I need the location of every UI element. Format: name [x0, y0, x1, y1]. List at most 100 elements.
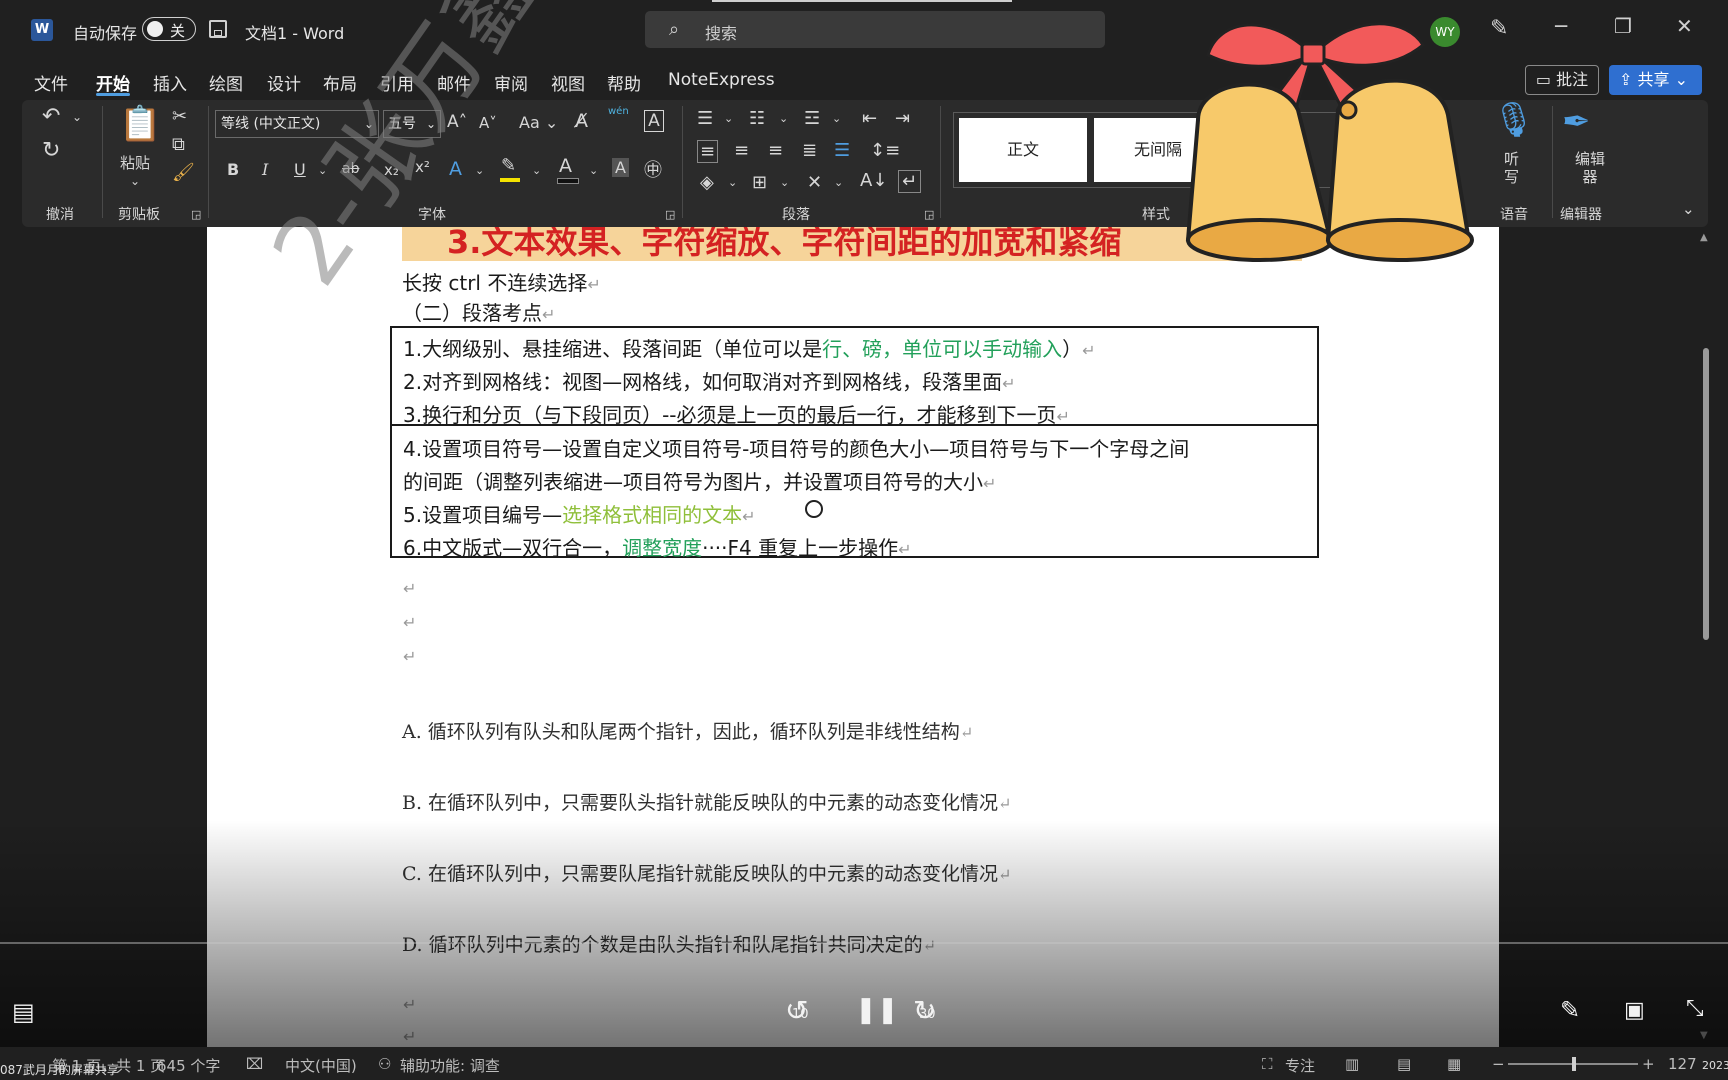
- bullets-icon[interactable]: ☰: [697, 108, 713, 129]
- tab-help[interactable]: 帮助: [607, 70, 641, 95]
- tab-insert[interactable]: 插入: [153, 70, 187, 95]
- tab-noteexpress[interactable]: NoteExpress: [668, 70, 775, 90]
- pen-icon[interactable]: ✎: [1560, 996, 1580, 1024]
- ribbon-collapse-icon[interactable]: ⌄: [1682, 200, 1695, 218]
- multilevel-dropdown-icon[interactable]: ⌄: [832, 112, 841, 125]
- superscript-button[interactable]: x²: [415, 158, 430, 176]
- focus-label[interactable]: 专注: [1285, 1055, 1315, 1076]
- enclose-characters-icon[interactable]: ㊥: [644, 156, 662, 182]
- subscript-button[interactable]: x₂: [384, 161, 399, 179]
- document-page[interactable]: 3.文本效果、字符缩放、字符间距的加宽和紧缩 ↵ 长按 ctrl 不连续选择↵ …: [207, 227, 1499, 1047]
- print-layout-icon[interactable]: ▤: [1397, 1055, 1411, 1073]
- paste-label[interactable]: 粘贴: [120, 152, 150, 173]
- undo-dropdown-icon[interactable]: ⌄: [72, 110, 82, 124]
- minimize-button[interactable]: ─: [1555, 14, 1567, 38]
- font-size-select[interactable]: 五号 ⌄: [383, 110, 441, 138]
- tab-file[interactable]: 文件: [34, 70, 68, 95]
- change-case-button[interactable]: Aa ⌄: [519, 113, 558, 132]
- scrollbar-thumb[interactable]: [1703, 348, 1709, 640]
- bullets-dropdown-icon[interactable]: ⌄: [724, 112, 733, 125]
- pause-icon[interactable]: ❚❚: [855, 995, 899, 1025]
- autosave-toggle[interactable]: 关: [142, 17, 196, 41]
- borders-dropdown-icon[interactable]: ⌄: [780, 176, 789, 189]
- zoom-level[interactable]: 127: [1668, 1055, 1697, 1073]
- word-count[interactable]: 645 个字: [157, 1055, 220, 1076]
- decrease-indent-icon[interactable]: ⇤: [862, 108, 877, 129]
- tab-references[interactable]: 引用: [380, 70, 414, 95]
- restore-button[interactable]: ❐: [1614, 14, 1632, 38]
- save-icon[interactable]: [209, 20, 227, 38]
- redo-icon[interactable]: ↻: [42, 138, 60, 163]
- search-box[interactable]: ⌕ 搜索: [645, 11, 1105, 48]
- increase-indent-icon[interactable]: ⇥: [895, 108, 910, 129]
- tab-layout[interactable]: 布局: [323, 70, 357, 95]
- underline-dropdown-icon[interactable]: ⌄: [318, 164, 327, 177]
- grow-font-icon[interactable]: A˄: [447, 112, 467, 132]
- numbering-dropdown-icon[interactable]: ⌄: [779, 112, 788, 125]
- bold-button[interactable]: B: [227, 160, 239, 179]
- line-spacing-icon[interactable]: ↕≡: [870, 140, 900, 161]
- shading-icon[interactable]: ◈: [700, 172, 714, 193]
- undo-icon[interactable]: ↶: [42, 104, 60, 129]
- tab-view[interactable]: 视图: [551, 70, 585, 95]
- shading-dropdown-icon[interactable]: ⌄: [728, 176, 737, 189]
- proofing-icon[interactable]: ⌧: [246, 1055, 263, 1073]
- font-color-dropdown-icon[interactable]: ⌄: [589, 164, 598, 177]
- copy-icon[interactable]: ⧉: [172, 134, 185, 155]
- align-right-icon[interactable]: ≡: [768, 140, 783, 161]
- format-painter-icon[interactable]: 🖌: [172, 162, 195, 183]
- language-status[interactable]: 中文(中国): [285, 1055, 357, 1076]
- font-launcher-icon[interactable]: ◲: [665, 208, 675, 221]
- sort-icon[interactable]: A↓: [860, 170, 887, 191]
- character-shading-icon[interactable]: A: [612, 158, 629, 177]
- underline-button[interactable]: U: [294, 160, 306, 179]
- chinese-layout-dropdown-icon[interactable]: ⌄: [834, 176, 843, 189]
- clipboard-launcher-icon[interactable]: ◲: [191, 208, 201, 221]
- comments-button[interactable]: ▭ 批注: [1525, 65, 1599, 95]
- share-button[interactable]: ⇪ 共享 ⌄: [1609, 65, 1702, 95]
- close-button[interactable]: ✕: [1676, 14, 1693, 38]
- highlight-dropdown-icon[interactable]: ⌄: [532, 164, 541, 177]
- zoom-slider-thumb[interactable]: [1572, 1057, 1576, 1071]
- zoom-in-icon[interactable]: +: [1642, 1055, 1655, 1073]
- accessibility-status[interactable]: 辅助功能: 调查: [400, 1055, 500, 1076]
- justify-icon[interactable]: ≣: [802, 140, 817, 161]
- paragraph-launcher-icon[interactable]: ◲: [924, 208, 934, 221]
- chat-icon[interactable]: ▤: [12, 998, 35, 1026]
- designer-pen-icon[interactable]: ✎: [1490, 16, 1508, 41]
- show-marks-icon[interactable]: ↵: [898, 170, 922, 193]
- font-color-icon[interactable]: A: [559, 155, 572, 177]
- zoom-out-icon[interactable]: −: [1492, 1055, 1505, 1073]
- cut-icon[interactable]: ✂: [172, 106, 187, 127]
- text-effects-icon[interactable]: A: [449, 158, 462, 180]
- editor-icon[interactable]: ✒: [1562, 102, 1591, 142]
- style-normal[interactable]: 正文: [959, 118, 1087, 182]
- exit-fullscreen-icon[interactable]: ⤡: [1686, 996, 1704, 1021]
- scroll-up-icon[interactable]: ▲: [1700, 232, 1708, 243]
- tab-home[interactable]: 开始: [96, 70, 130, 95]
- distributed-icon[interactable]: ☰: [834, 140, 850, 161]
- focus-icon[interactable]: ⛶: [1262, 1055, 1273, 1073]
- align-center-icon[interactable]: ≡: [734, 140, 749, 161]
- microphone-icon[interactable]: 🎙: [1492, 100, 1535, 140]
- dictate-label[interactable]: 听写: [1504, 150, 1520, 186]
- multilevel-list-icon[interactable]: ☲: [804, 108, 820, 129]
- clear-formatting-icon[interactable]: A̸: [575, 110, 588, 132]
- highlight-icon[interactable]: ✎: [501, 155, 516, 176]
- tab-review[interactable]: 审阅: [494, 70, 528, 95]
- italic-button[interactable]: I: [262, 160, 268, 179]
- paste-icon[interactable]: 📋: [119, 104, 161, 144]
- shrink-font-icon[interactable]: A˅: [479, 114, 497, 132]
- read-mode-icon[interactable]: ▥: [1345, 1055, 1359, 1073]
- text-effects-dropdown-icon[interactable]: ⌄: [475, 164, 484, 177]
- editor-button-label[interactable]: 编辑器: [1574, 150, 1606, 186]
- numbering-icon[interactable]: ☷: [749, 108, 765, 129]
- video-progress-bar[interactable]: [0, 942, 1728, 944]
- align-left-icon[interactable]: ≡: [697, 140, 719, 163]
- picture-in-picture-icon[interactable]: ▣: [1624, 998, 1645, 1023]
- scroll-down-icon[interactable]: ▼: [1700, 1030, 1708, 1041]
- paste-dropdown-icon[interactable]: ⌄: [130, 174, 140, 188]
- tab-design[interactable]: 设计: [267, 70, 301, 95]
- web-layout-icon[interactable]: ▦: [1447, 1055, 1461, 1073]
- strikethrough-button[interactable]: ab: [342, 161, 359, 177]
